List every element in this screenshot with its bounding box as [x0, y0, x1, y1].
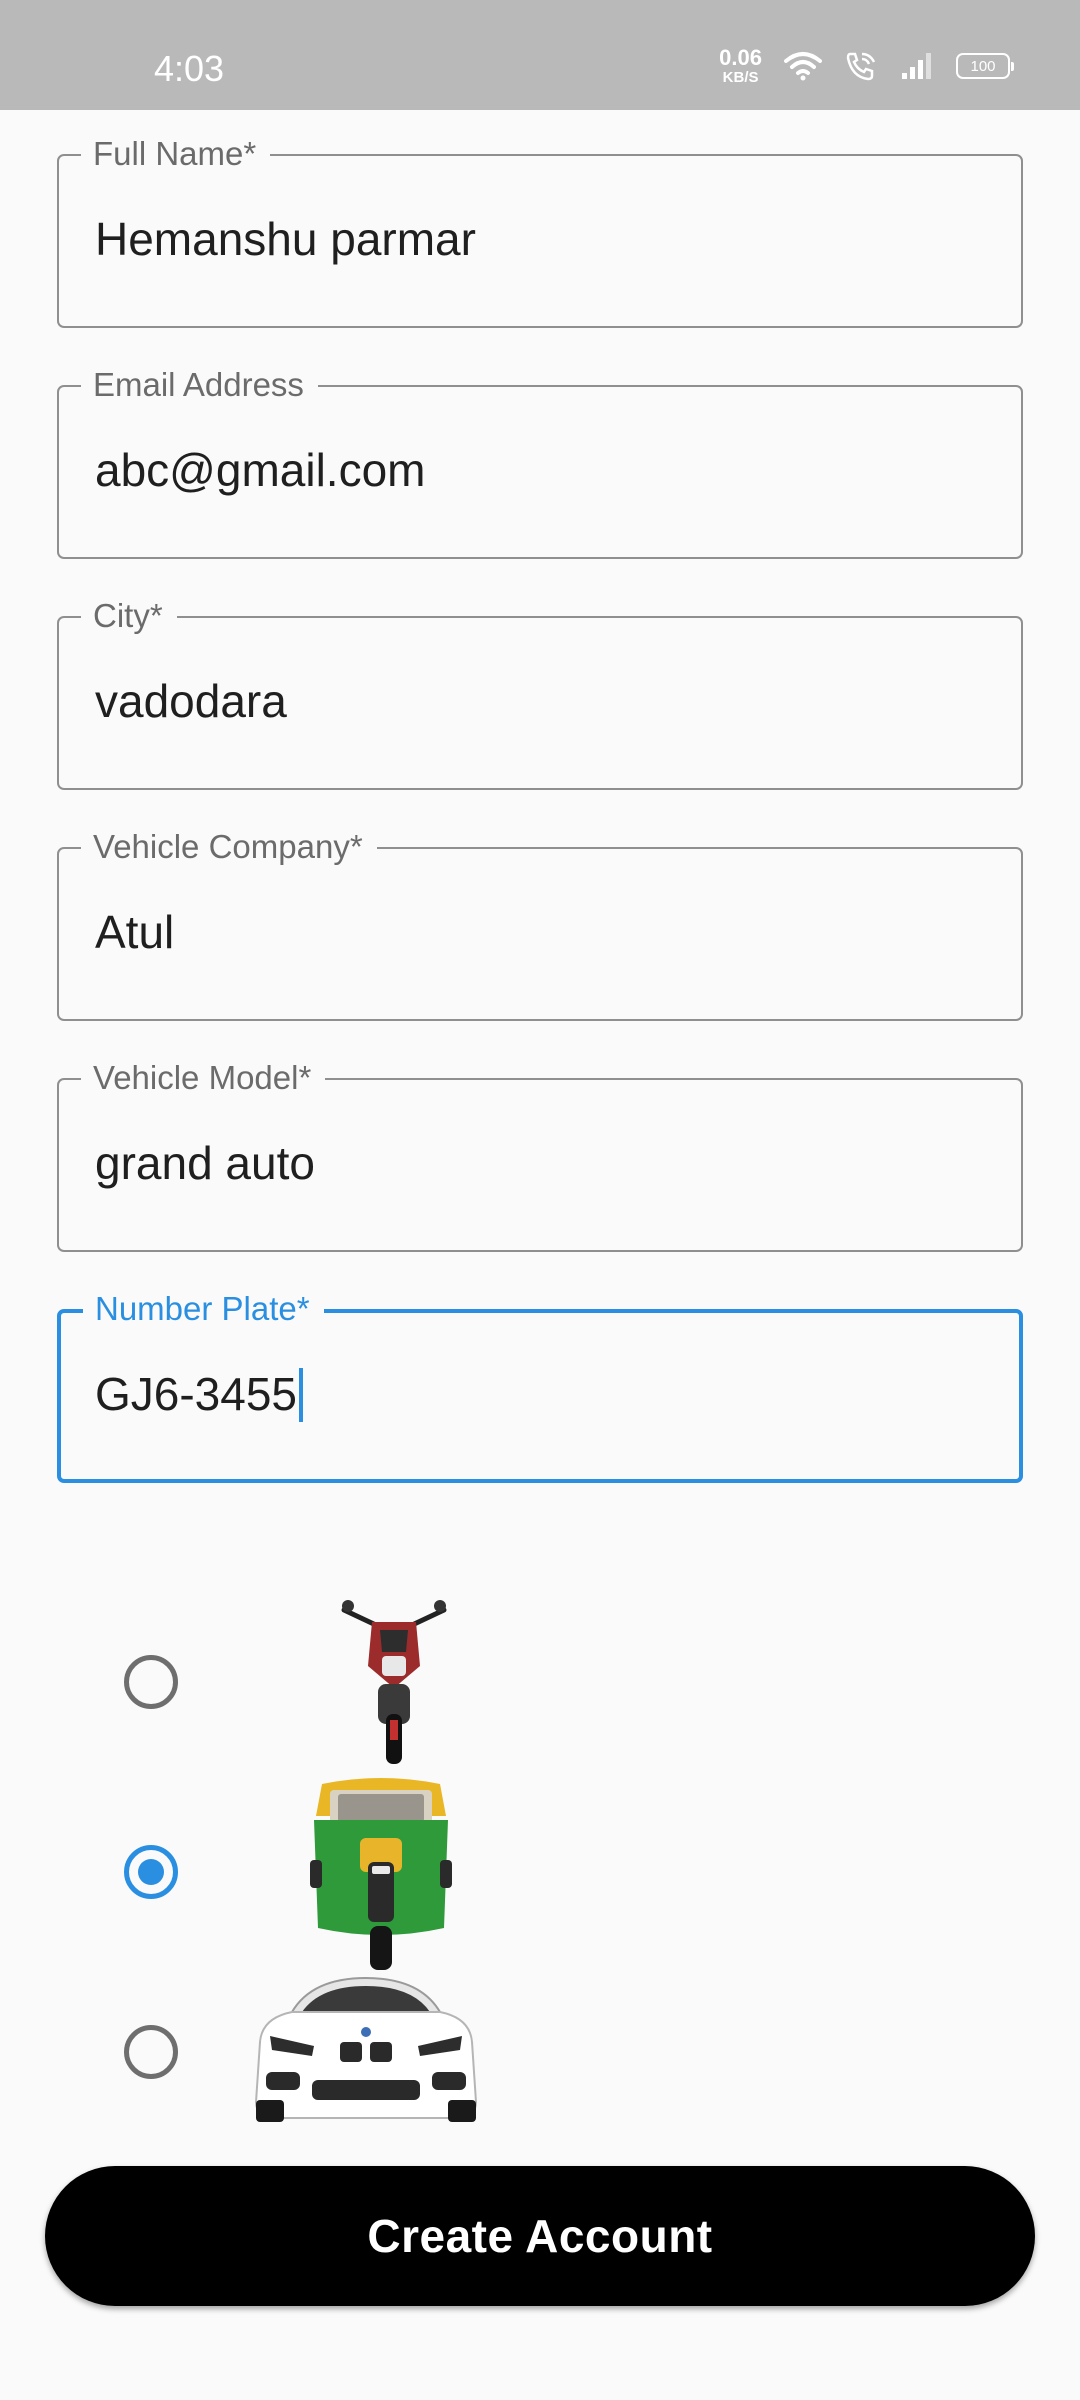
signal-icon — [902, 53, 931, 79]
vehicle-company-field[interactable]: Vehicle Company* Atul — [57, 827, 1023, 1021]
wifi-icon — [784, 52, 822, 81]
city-value: vadodara — [95, 675, 287, 727]
number-plate-field[interactable]: Number Plate* GJ6-3455 — [57, 1289, 1023, 1483]
vehicle-model-field[interactable]: Vehicle Model* grand auto — [57, 1058, 1023, 1252]
text-cursor — [299, 1367, 304, 1422]
battery-level: 100 — [970, 57, 996, 75]
vehicle-model-value: grand auto — [95, 1137, 315, 1189]
radio-car[interactable] — [124, 2025, 178, 2079]
email-field[interactable]: Email Address abc@gmail.com — [57, 365, 1023, 559]
status-time: 4:03 — [154, 48, 225, 89]
number-plate-text: GJ6-3455 — [95, 1368, 298, 1420]
net-speed-unit: KB/S — [722, 69, 759, 86]
number-plate-label: Number Plate* — [83, 1289, 324, 1329]
email-label: Email Address — [81, 365, 318, 405]
motorbike-icon — [341, 1600, 447, 1764]
vehicle-company-label: Vehicle Company* — [81, 827, 377, 867]
vehicle-company-value: Atul — [95, 906, 175, 958]
number-plate-value: GJ6-3455 — [95, 1367, 304, 1422]
email-value: abc@gmail.com — [95, 444, 426, 496]
status-icons: 0.06 KB/S 100 — [719, 45, 1014, 86]
create-account-button[interactable]: Create Account — [45, 2166, 1035, 2306]
city-field[interactable]: City* vadodara — [57, 596, 1023, 790]
wifi-calling-icon — [846, 52, 876, 81]
full-name-field[interactable]: Full Name* Hemanshu parmar — [57, 134, 1023, 328]
car-icon — [254, 1976, 478, 2122]
vehicle-model-label: Vehicle Model* — [81, 1058, 326, 1098]
city-label: City* — [81, 596, 177, 636]
status-bar: 4:03 0.06 KB/S 100 — [0, 0, 1080, 110]
battery-icon: 100 — [956, 53, 1014, 79]
radio-motorbike[interactable] — [124, 1655, 178, 1709]
auto-rickshaw-icon — [310, 1778, 452, 1970]
full-name-value: Hemanshu parmar — [95, 213, 476, 265]
network-speed-indicator: 0.06 KB/S — [719, 45, 762, 86]
net-speed-value: 0.06 — [719, 45, 762, 70]
full-name-label: Full Name* — [81, 134, 271, 174]
radio-auto-rickshaw[interactable] — [124, 1845, 178, 1899]
